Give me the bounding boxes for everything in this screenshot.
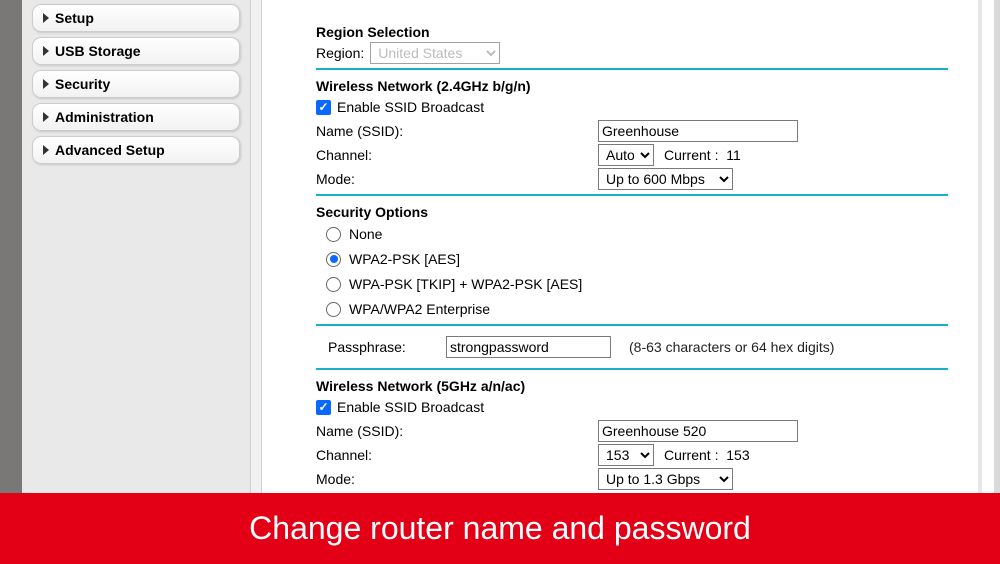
mode-24-label: Mode: — [316, 171, 598, 187]
region-heading: Region Selection — [316, 24, 948, 40]
sidebar-item-usb-storage[interactable]: USB Storage — [32, 37, 240, 65]
section-divider — [316, 68, 948, 70]
channel-24-label: Channel: — [316, 147, 598, 163]
radio-icon[interactable] — [326, 252, 341, 267]
enable-ssid-24-row: Enable SSID Broadcast — [316, 96, 948, 118]
wireless-24-heading: Wireless Network (2.4GHz b/g/n) — [316, 78, 948, 94]
security-option-none[interactable]: None — [326, 223, 948, 245]
radio-icon[interactable] — [326, 227, 341, 242]
sidebar-item-label: Administration — [55, 109, 154, 125]
region-select[interactable]: United States — [370, 42, 500, 64]
window-left-edge — [0, 0, 22, 564]
ssid-24-input[interactable] — [598, 120, 798, 142]
ssid-5-input[interactable] — [598, 420, 798, 442]
section-divider — [316, 324, 948, 326]
passphrase-row: Passphrase: (8-63 characters or 64 hex d… — [328, 336, 948, 358]
wireless-5-heading: Wireless Network (5GHz a/n/ac) — [316, 378, 948, 394]
mode-24-select[interactable]: Up to 600 Mbps — [598, 168, 733, 190]
passphrase-hint: (8-63 characters or 64 hex digits) — [629, 339, 834, 355]
radio-icon[interactable] — [326, 277, 341, 292]
sidebar-item-advanced-setup[interactable]: Advanced Setup — [32, 136, 240, 164]
chevron-right-icon — [43, 145, 49, 155]
enable-ssid-5-row: Enable SSID Broadcast — [316, 396, 948, 418]
ssid-24-label: Name (SSID): — [316, 123, 598, 139]
enable-ssid-24-label: Enable SSID Broadcast — [337, 99, 484, 115]
section-divider — [316, 194, 948, 196]
enable-ssid-5-checkbox[interactable] — [316, 400, 331, 415]
security-option-label: WPA-PSK [TKIP] + WPA2-PSK [AES] — [349, 276, 582, 292]
mode-5-select[interactable]: Up to 1.3 Gbps — [598, 468, 733, 490]
sidebar-item-administration[interactable]: Administration — [32, 103, 240, 131]
sidebar-item-label: USB Storage — [55, 43, 141, 59]
security-option-label: None — [349, 226, 382, 242]
channel-5-select[interactable]: 153 — [598, 444, 654, 466]
ssid-5-label: Name (SSID): — [316, 423, 598, 439]
passphrase-label: Passphrase: — [328, 339, 446, 355]
sidebar-item-label: Security — [55, 76, 110, 92]
passphrase-input[interactable] — [446, 336, 611, 358]
sidebar-item-label: Advanced Setup — [55, 142, 165, 158]
radio-icon[interactable] — [326, 302, 341, 317]
chevron-right-icon — [43, 46, 49, 56]
panel-divider — [250, 0, 262, 493]
sidebar: Setup USB Storage Security Administratio… — [22, 0, 250, 493]
chevron-right-icon — [43, 13, 49, 23]
enable-ssid-5-label: Enable SSID Broadcast — [337, 399, 484, 415]
ssid-24-row: Name (SSID): — [316, 120, 948, 142]
caption-banner: Change router name and password — [0, 493, 1000, 564]
mode-5-label: Mode: — [316, 471, 598, 487]
main-content: Region Selection Region: United States W… — [262, 0, 978, 493]
mode-5-row: Mode: Up to 1.3 Gbps — [316, 468, 948, 490]
region-label: Region: — [316, 45, 364, 61]
chevron-right-icon — [43, 112, 49, 122]
channel-5-row: Channel: 153 Current : 153 — [316, 444, 948, 466]
chevron-right-icon — [43, 79, 49, 89]
channel-5-label: Channel: — [316, 447, 598, 463]
security-option-label: WPA2-PSK [AES] — [349, 251, 460, 267]
security-option-mixed[interactable]: WPA-PSK [TKIP] + WPA2-PSK [AES] — [326, 273, 948, 295]
mode-24-row: Mode: Up to 600 Mbps — [316, 168, 948, 190]
channel-24-current: Current : 11 — [664, 147, 741, 163]
channel-5-current: Current : 153 — [664, 447, 750, 463]
sidebar-item-setup[interactable]: Setup — [32, 4, 240, 32]
ssid-5-row: Name (SSID): — [316, 420, 948, 442]
security-option-enterprise[interactable]: WPA/WPA2 Enterprise — [326, 298, 948, 320]
security-options: None WPA2-PSK [AES] WPA-PSK [TKIP] + WPA… — [326, 223, 948, 320]
region-row: Region: United States — [316, 42, 948, 64]
sidebar-item-security[interactable]: Security — [32, 70, 240, 98]
sidebar-item-label: Setup — [55, 10, 94, 26]
caption-text: Change router name and password — [249, 510, 751, 547]
security-option-wpa2[interactable]: WPA2-PSK [AES] — [326, 248, 948, 270]
window-right-edge — [978, 0, 1000, 564]
channel-24-select[interactable]: Auto — [598, 144, 654, 166]
enable-ssid-24-checkbox[interactable] — [316, 100, 331, 115]
security-heading: Security Options — [316, 204, 948, 220]
channel-24-row: Channel: Auto Current : 11 — [316, 144, 948, 166]
section-divider — [316, 368, 948, 370]
security-option-label: WPA/WPA2 Enterprise — [349, 301, 490, 317]
